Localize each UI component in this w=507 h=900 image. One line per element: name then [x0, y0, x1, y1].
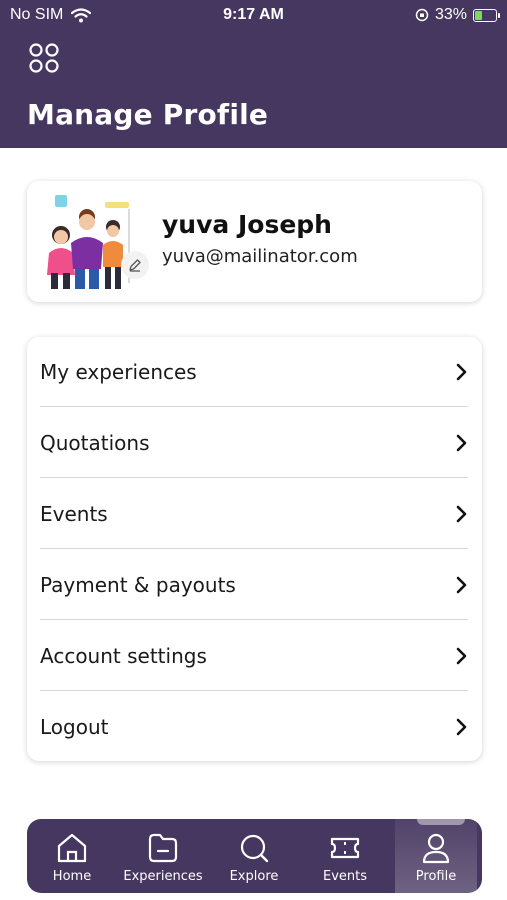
bottom-nav: Home Experiences Explore Events Profile: [27, 819, 482, 893]
status-bar: No SIM 9:17 AM 33%: [0, 0, 507, 30]
edit-avatar-button[interactable]: [121, 251, 149, 279]
app-header: No SIM 9:17 AM 33% Manage Profile: [0, 0, 507, 148]
nav-item-label: Events: [322, 869, 367, 884]
nav-item-label: Experiences: [123, 869, 203, 884]
battery-percentage: 33%: [434, 6, 467, 23]
user-name: yuva Joseph: [162, 210, 332, 239]
nav-item-explore[interactable]: Explore: [213, 819, 295, 893]
nav-item-experiences[interactable]: Experiences: [117, 819, 209, 893]
nav-item-profile[interactable]: Profile: [395, 819, 477, 893]
chevron-right-icon: [456, 647, 467, 664]
menu-item-label: Logout: [40, 715, 109, 739]
search-icon: [240, 834, 269, 863]
menu-item-label: Events: [40, 501, 108, 526]
menu-item-label: Payment & payouts: [40, 572, 236, 597]
menu-item-account-settings[interactable]: Account settings: [40, 621, 468, 691]
ticket-icon: [330, 837, 360, 859]
chevron-right-icon: [456, 718, 467, 736]
orientation-lock-icon: [415, 8, 429, 22]
chevron-right-icon: [456, 576, 467, 593]
battery-icon: [473, 8, 500, 22]
avatar[interactable]: [39, 193, 139, 291]
user-email: yuva@mailinator.com: [162, 246, 358, 267]
menu-item-label: Account settings: [40, 643, 207, 668]
menu-item-payment-payouts[interactable]: Payment & payouts: [40, 550, 468, 620]
nav-item-label: Explore: [229, 869, 279, 884]
menu-item-my-experiences[interactable]: My experiences: [40, 337, 468, 407]
pencil-icon: [129, 259, 141, 272]
nav-item-home[interactable]: Home: [31, 819, 113, 893]
nav-item-label: Home: [52, 869, 92, 884]
chevron-right-icon: [456, 363, 467, 380]
nav-item-events[interactable]: Events: [304, 819, 386, 893]
menu-item-events[interactable]: Events: [40, 479, 468, 549]
chevron-right-icon: [456, 505, 467, 522]
page-title: Manage Profile: [27, 98, 269, 131]
active-tab-indicator: [417, 819, 465, 825]
menu-item-label: My experiences: [40, 359, 197, 384]
grid-icon[interactable]: [28, 42, 60, 74]
home-icon: [57, 833, 87, 863]
menu-item-label: Quotations: [40, 430, 150, 455]
menu-item-logout[interactable]: Logout: [40, 692, 468, 762]
profile-card: [27, 181, 482, 302]
chevron-right-icon: [456, 434, 467, 451]
user-icon: [422, 833, 450, 864]
nav-item-label: Profile: [415, 869, 457, 884]
menu-item-quotations[interactable]: Quotations: [40, 408, 468, 478]
profile-menu: My experiences Quotations Events Payment…: [27, 337, 482, 761]
folder-icon: [148, 833, 178, 863]
